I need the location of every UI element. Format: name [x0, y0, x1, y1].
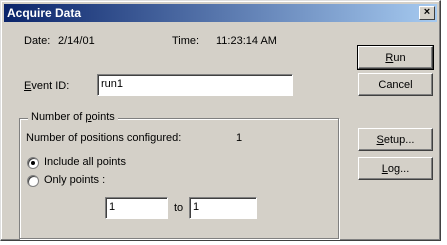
- window-title: Acquire Data: [7, 6, 82, 20]
- acquire-data-dialog: Acquire Data × Date: 2/14/01 Time: 11:23…: [0, 0, 441, 241]
- number-of-points-group: Number of points Number of positions con…: [19, 111, 339, 239]
- title-bar[interactable]: Acquire Data ×: [4, 4, 437, 22]
- event-id-label: Event ID:: [24, 80, 70, 92]
- to-label: to: [174, 202, 184, 214]
- group-label: Number of points: [28, 111, 118, 123]
- run-button[interactable]: Run: [357, 45, 434, 70]
- date-value: 2/14/01: [58, 35, 95, 47]
- include-all-points-radio[interactable]: [27, 157, 39, 169]
- include-all-points-label[interactable]: Include all points: [44, 156, 126, 168]
- radio-selected-dot: [31, 161, 35, 165]
- date-label: Date:: [24, 35, 51, 47]
- to-point-input[interactable]: 1: [189, 197, 257, 219]
- time-value: 11:23:14 AM: [216, 35, 277, 47]
- close-button[interactable]: ×: [419, 6, 435, 20]
- positions-configured-value: 1: [236, 132, 243, 144]
- event-id-input[interactable]: run1: [97, 74, 293, 96]
- cancel-button[interactable]: Cancel: [358, 73, 433, 96]
- setup-button[interactable]: Setup...: [358, 128, 433, 151]
- only-points-radio[interactable]: [27, 175, 39, 187]
- log-button[interactable]: Log...: [358, 157, 433, 180]
- positions-configured-label: Number of positions configured:: [26, 132, 182, 144]
- time-label: Time:: [172, 35, 200, 47]
- from-point-input[interactable]: 1: [105, 197, 168, 219]
- only-points-label[interactable]: Only points :: [44, 174, 105, 186]
